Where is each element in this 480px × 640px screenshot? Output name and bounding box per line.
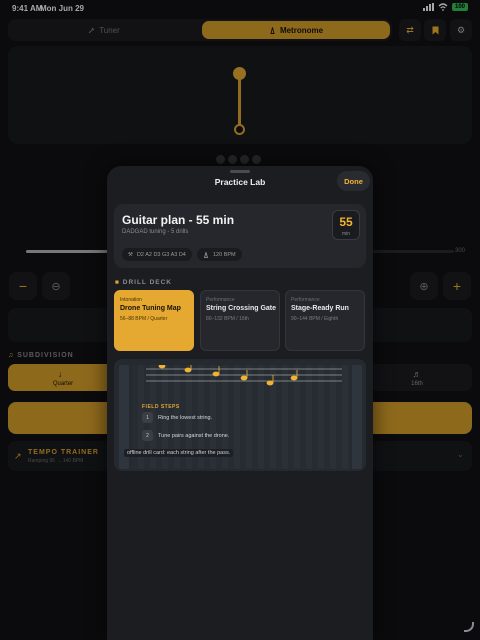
note-head (212, 371, 220, 377)
field-step: 2 Tune pairs against the drone. (142, 430, 229, 441)
sheet-title: Practice Lab (214, 177, 266, 187)
plan-card: Guitar plan - 55 min DADGAD tuning - 5 d… (114, 204, 366, 268)
note-head (158, 365, 166, 369)
drill-meta: 90–144 BPM / Eighth (291, 316, 339, 322)
note-head (240, 375, 248, 381)
step-number: 2 (142, 430, 153, 441)
minutes-value: 55 (339, 215, 353, 229)
field-steps-title: FIELD STEPS (142, 404, 180, 410)
drill-card[interactable]: Performance Stage-Ready Run 90–144 BPM /… (285, 290, 365, 351)
sheet-grabber[interactable] (230, 170, 250, 173)
drill-category: Performance (206, 297, 235, 303)
done-button[interactable]: Done (337, 171, 370, 191)
notation-staff (146, 365, 342, 386)
tuning-chip-label: D2 A2 D3 G3 A3 D4 (136, 251, 186, 258)
metronome-icon (203, 251, 209, 258)
drill-category: Performance (291, 297, 320, 303)
step-text: Tune pairs against the drone. (158, 432, 230, 439)
note-head (184, 367, 192, 373)
tempo-chip: 120 BPM (197, 248, 242, 261)
drill-name: String Crossing Gate (206, 305, 277, 312)
preview-rail-right (352, 365, 362, 469)
minutes-unit: min (341, 231, 351, 237)
cards-icon: ■ (115, 279, 120, 286)
tuning-fork-icon: ⚒ (128, 251, 133, 258)
offline-caption: offline drill card: each string after th… (124, 449, 234, 457)
drill-deck-title: ■ DRILL DECK (115, 279, 172, 286)
step-text: Ring the lowest string. (158, 414, 213, 421)
practice-lab-sheet: Practice Lab Done Guitar plan - 55 min D… (107, 166, 373, 640)
drill-card[interactable]: Performance String Crossing Gate 80–132 … (200, 290, 280, 351)
minutes-badge: 55 min (332, 210, 360, 240)
tempo-chip-label: 120 BPM (213, 251, 236, 258)
note-head (290, 375, 298, 381)
field-step: 1 Ring the lowest string. (142, 412, 212, 423)
tuning-chip: ⚒ D2 A2 D3 G3 A3 D4 (122, 248, 192, 261)
plan-title: Guitar plan - 55 min (122, 213, 235, 227)
drill-name: Stage-Ready Run (291, 305, 349, 312)
step-number: 1 (142, 412, 153, 423)
note-head (266, 380, 274, 386)
drill-card[interactable]: Intonation Drone Tuning Map 56–88 BPM / … (114, 290, 194, 351)
drill-meta: 80–132 BPM / 16th (206, 316, 249, 322)
plan-subtitle: DADGAD tuning - 5 drills (122, 229, 189, 235)
drill-category: Intonation (120, 297, 142, 303)
drill-meta: 56–88 BPM / Quarter (120, 316, 168, 322)
drill-name: Drone Tuning Map (120, 305, 181, 312)
